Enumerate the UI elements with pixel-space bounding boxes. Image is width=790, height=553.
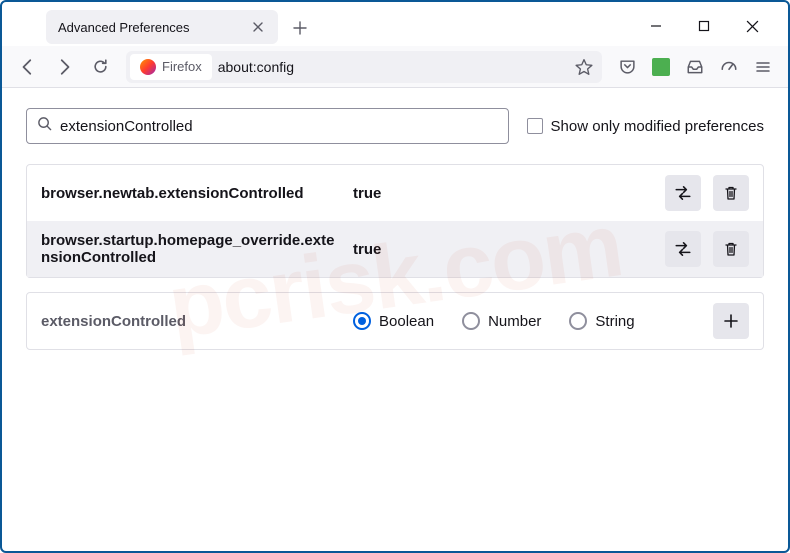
maximize-button[interactable] [692, 14, 716, 38]
pref-name: browser.startup.homepage_override.extens… [41, 232, 341, 266]
toggle-button[interactable] [665, 231, 701, 267]
identity-box[interactable]: Firefox [130, 54, 212, 80]
search-icon [37, 116, 52, 136]
tab-title: Advanced Preferences [58, 20, 242, 35]
show-modified-checkbox[interactable]: Show only modified preferences [527, 118, 764, 135]
radio-string[interactable]: String [569, 312, 634, 330]
type-radio-group: Boolean Number String [353, 312, 701, 330]
radio-circle [353, 312, 371, 330]
nav-toolbar: Firefox about:config [2, 46, 788, 88]
extension-icon [652, 58, 670, 76]
pref-value: true [353, 241, 653, 258]
radio-label: Number [488, 313, 541, 330]
checkbox-label: Show only modified preferences [551, 118, 764, 135]
url-bar[interactable]: Firefox about:config [126, 51, 602, 83]
close-window-button[interactable] [740, 14, 764, 38]
checkbox-box[interactable] [527, 118, 543, 134]
titlebar: Advanced Preferences [2, 2, 788, 46]
close-tab-button[interactable] [250, 19, 266, 35]
new-pref-name: extensionControlled [41, 313, 341, 330]
app-menu-button[interactable] [748, 52, 778, 82]
reload-button[interactable] [84, 51, 116, 83]
extension-button[interactable] [646, 52, 676, 82]
pref-search-input[interactable] [60, 118, 498, 135]
pref-search-box[interactable] [26, 108, 509, 144]
pref-table: browser.newtab.extensionControlled true … [26, 164, 764, 278]
pocket-button[interactable] [612, 52, 642, 82]
radio-circle [462, 312, 480, 330]
radio-circle [569, 312, 587, 330]
toggle-button[interactable] [665, 175, 701, 211]
radio-label: String [595, 313, 634, 330]
radio-number[interactable]: Number [462, 312, 541, 330]
dashboard-button[interactable] [714, 52, 744, 82]
firefox-icon [140, 59, 156, 75]
radio-label: Boolean [379, 313, 434, 330]
pref-value: true [353, 185, 653, 202]
radio-boolean[interactable]: Boolean [353, 312, 434, 330]
new-pref-row: extensionControlled Boolean Number Strin… [26, 292, 764, 350]
forward-button[interactable] [48, 51, 80, 83]
inbox-button[interactable] [680, 52, 710, 82]
minimize-button[interactable] [644, 14, 668, 38]
delete-button[interactable] [713, 231, 749, 267]
url-text: about:config [218, 59, 570, 75]
bookmark-star-button[interactable] [570, 53, 598, 81]
back-button[interactable] [12, 51, 44, 83]
identity-label: Firefox [162, 59, 202, 74]
new-tab-button[interactable] [284, 12, 316, 44]
pref-row: browser.startup.homepage_override.extens… [27, 221, 763, 277]
add-pref-button[interactable] [713, 303, 749, 339]
pref-name: browser.newtab.extensionControlled [41, 185, 341, 202]
browser-tab[interactable]: Advanced Preferences [46, 10, 278, 44]
delete-button[interactable] [713, 175, 749, 211]
pref-row: browser.newtab.extensionControlled true [27, 165, 763, 221]
config-content: Show only modified preferences browser.n… [2, 88, 788, 370]
